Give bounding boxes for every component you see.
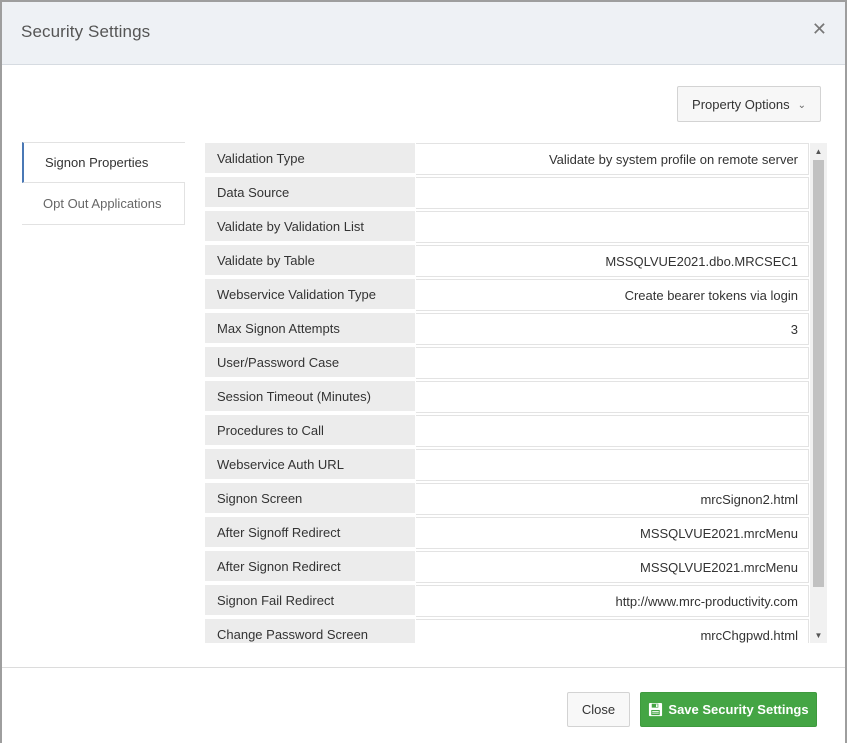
- scrollbar-thumb[interactable]: [813, 160, 824, 587]
- property-value[interactable]: mrcChgpwd.html: [416, 619, 809, 643]
- property-value[interactable]: [416, 177, 809, 209]
- property-value[interactable]: [416, 449, 809, 481]
- dialog-header: Security Settings ✕: [2, 2, 845, 65]
- scroll-down-arrow-icon[interactable]: ▼: [810, 627, 827, 643]
- property-value[interactable]: [416, 415, 809, 447]
- tab-label: Opt Out Applications: [43, 196, 162, 211]
- property-label: Validate by Table: [205, 245, 415, 277]
- property-label: Signon Fail Redirect: [205, 585, 415, 617]
- save-security-settings-button[interactable]: Save Security Settings: [640, 692, 817, 727]
- table-scrollbar[interactable]: ▲ ▼: [810, 143, 827, 643]
- table-row: Session Timeout (Minutes): [205, 381, 809, 413]
- close-button[interactable]: Close: [567, 692, 630, 727]
- dialog-footer: Close Save Security Settings: [2, 667, 845, 743]
- table-row: Validate by Table MSSQLVUE2021.dbo.MRCSEC…: [205, 245, 809, 277]
- property-value[interactable]: Validate by system profile on remote ser…: [416, 143, 809, 175]
- property-label: User/Password Case: [205, 347, 415, 379]
- property-label: Validate by Validation List: [205, 211, 415, 243]
- dialog-title: Security Settings: [21, 22, 151, 41]
- table-row: Validate by Validation List: [205, 211, 809, 243]
- table-row: Webservice Auth URL: [205, 449, 809, 481]
- table-row: Signon Fail Redirect http://www.mrc-produ…: [205, 585, 809, 617]
- scroll-up-arrow-icon[interactable]: ▲: [810, 143, 827, 159]
- property-label: After Signoff Redirect: [205, 517, 415, 549]
- save-button-label: Save Security Settings: [668, 702, 809, 717]
- table-row: User/Password Case: [205, 347, 809, 379]
- close-icon[interactable]: ✕: [812, 20, 827, 38]
- property-label: Webservice Auth URL: [205, 449, 415, 481]
- property-value[interactable]: 3: [416, 313, 809, 345]
- property-label: Procedures to Call: [205, 415, 415, 447]
- table-row: Change Password Screen mrcChgpwd.html: [205, 619, 809, 643]
- property-value[interactable]: http://www.mrc-productivity.com: [416, 585, 809, 617]
- tab-label: Signon Properties: [45, 155, 149, 170]
- property-value[interactable]: MSSQLVUE2021.mrcMenu: [416, 517, 809, 549]
- tab-signon-properties[interactable]: Signon Properties: [22, 142, 185, 183]
- property-options-label: Property Options: [692, 96, 790, 112]
- property-label: After Signon Redirect: [205, 551, 415, 583]
- property-value[interactable]: [416, 347, 809, 379]
- table-row: After Signon Redirect MSSQLVUE2021.mrcMen…: [205, 551, 809, 583]
- property-value[interactable]: [416, 381, 809, 413]
- floppy-disk-icon: [649, 702, 663, 717]
- chevron-down-icon: ⌄: [797, 99, 806, 111]
- security-settings-dialog: Security Settings ✕ Property Options ⌄ S…: [0, 0, 847, 743]
- property-value[interactable]: [416, 211, 809, 243]
- property-label: Max Signon Attempts: [205, 313, 415, 345]
- property-label: Data Source: [205, 177, 415, 209]
- table-row: Max Signon Attempts 3: [205, 313, 809, 345]
- properties-table: Validation Type Validate by system profil…: [205, 143, 827, 643]
- property-value[interactable]: MSSQLVUE2021.dbo.MRCSEC1: [416, 245, 809, 277]
- table-row: Signon Screen mrcSignon2.html: [205, 483, 809, 515]
- property-value[interactable]: mrcSignon2.html: [416, 483, 809, 515]
- property-label: Change Password Screen: [205, 619, 415, 643]
- property-options-button[interactable]: Property Options ⌄: [677, 86, 821, 122]
- table-row: Webservice Validation Type Create bearer …: [205, 279, 809, 311]
- property-label: Validation Type: [205, 143, 415, 175]
- property-value[interactable]: Create bearer tokens via login: [416, 279, 809, 311]
- table-row: After Signoff Redirect MSSQLVUE2021.mrcMe…: [205, 517, 809, 549]
- property-label: Webservice Validation Type: [205, 279, 415, 311]
- property-label: Session Timeout (Minutes): [205, 381, 415, 413]
- tab-list: Signon Properties Opt Out Applications: [22, 142, 185, 225]
- property-label: Signon Screen: [205, 483, 415, 515]
- property-value[interactable]: MSSQLVUE2021.mrcMenu: [416, 551, 809, 583]
- table-row: Procedures to Call: [205, 415, 809, 447]
- table-row: Validation Type Validate by system profil…: [205, 143, 809, 175]
- tab-opt-out-applications[interactable]: Opt Out Applications: [22, 183, 185, 225]
- table-row: Data Source: [205, 177, 809, 209]
